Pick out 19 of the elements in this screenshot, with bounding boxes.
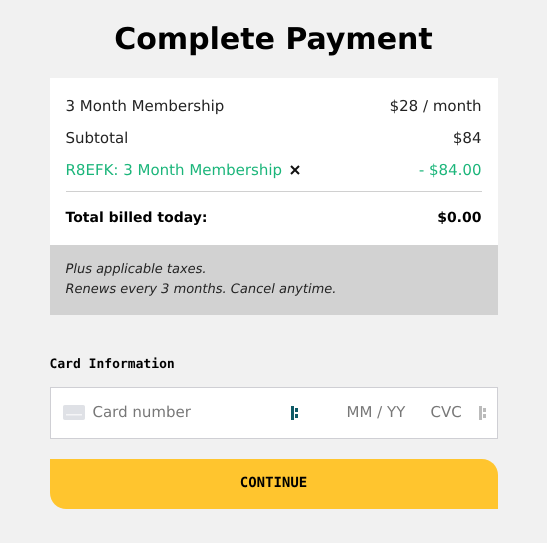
card-number-input[interactable]: Card number: [92, 401, 282, 424]
close-icon[interactable]: [290, 165, 300, 175]
expiry-input[interactable]: MM / YY: [346, 401, 422, 424]
section-heading: Card Information: [50, 356, 176, 374]
continue-button[interactable]: CONTINUE: [50, 458, 498, 508]
credit-card-icon: [62, 405, 84, 420]
line-amount: $28 / month: [390, 96, 482, 117]
line-label: Subtotal: [66, 128, 128, 149]
total-label: Total billed today:: [66, 209, 208, 228]
note-text: Plus applicable taxes.: [66, 261, 208, 279]
card-field[interactable]: Card number MM / YY CVC: [50, 386, 498, 438]
line-label: R8EFK: 3 Month Membership: [66, 160, 282, 181]
page-title: Complete Payment: [114, 21, 433, 59]
note-text: Renews every 3 months. Cancel anytime.: [66, 281, 338, 299]
line-label: 3 Month Membership: [66, 96, 224, 117]
total-amount: $0.00: [437, 209, 482, 228]
line-amount: - $84.00: [418, 160, 482, 181]
line-amount: $84: [452, 128, 482, 149]
cvc-input[interactable]: CVC: [430, 401, 470, 424]
